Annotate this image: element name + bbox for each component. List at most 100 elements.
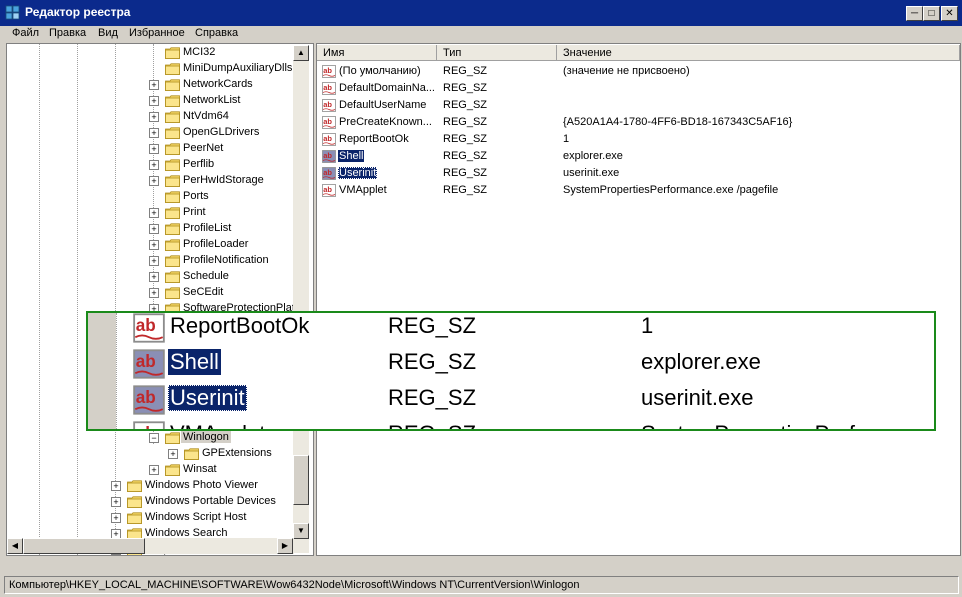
maximize-button[interactable]: □ — [923, 6, 940, 21]
expand-icon[interactable]: + — [111, 513, 121, 523]
expand-icon[interactable]: + — [149, 240, 159, 250]
tree-node[interactable]: + PeerNet — [7, 141, 307, 157]
zoomed-value-type: REG_SZ — [388, 313, 477, 338]
tree-node[interactable]: + Perflib — [7, 157, 307, 173]
expand-icon[interactable]: + — [149, 144, 159, 154]
zoomed-value-type: REG_SZ — [388, 385, 477, 410]
value-type: REG_SZ — [443, 133, 488, 145]
tree-node[interactable]: MiniDumpAuxiliaryDlls — [7, 61, 307, 77]
expand-icon[interactable]: + — [149, 160, 159, 170]
expand-icon[interactable]: + — [149, 256, 159, 266]
expand-icon[interactable]: + — [149, 128, 159, 138]
folder-icon — [165, 95, 180, 107]
expand-icon[interactable]: + — [111, 497, 121, 507]
scroll-thumb[interactable] — [293, 455, 309, 505]
scroll-thumb[interactable] — [23, 538, 145, 554]
tree-node[interactable]: + OpenGLDrivers — [7, 125, 307, 141]
list-item[interactable]: ab PreCreateKnown... REG_SZ {A520A1A4-1780-… — [317, 114, 957, 131]
expand-icon[interactable]: + — [149, 80, 159, 90]
tree-node-label: NetworkCards — [183, 78, 253, 90]
value-data: explorer.exe — [563, 150, 623, 162]
list-item[interactable]: ab VMApplet REG_SZ SystemPropertiesPerforma… — [317, 182, 957, 199]
tree-node[interactable]: + ProfileList — [7, 221, 307, 237]
tree-node[interactable]: + Windows Photo Viewer — [7, 478, 307, 494]
zoomed-value-name: Userinit — [168, 385, 247, 411]
window-title: Редактор реестра — [25, 5, 131, 19]
svg-text:ab: ab — [136, 315, 156, 335]
value-data: {A520A1A4-1780-4FF6-BD18-167343C5AF16} — [563, 116, 793, 128]
menu-view[interactable]: Вид — [98, 27, 118, 39]
tree-node-label: Ports — [183, 190, 209, 202]
scroll-up-button[interactable]: ▲ — [293, 45, 309, 61]
list-item[interactable]: ab DefaultUserName REG_SZ — [317, 97, 957, 114]
menu-help[interactable]: Справка — [195, 27, 238, 39]
column-header-name[interactable]: Имя — [317, 45, 437, 61]
tree-node[interactable]: + ProfileLoader — [7, 237, 307, 253]
arrow-up-icon: ▲ — [297, 48, 305, 57]
expand-icon[interactable]: + — [168, 449, 178, 459]
tree-node[interactable]: + NetworkList — [7, 93, 307, 109]
tree-node[interactable]: + Winsat — [7, 462, 307, 478]
tree-node[interactable]: + ProfileNotification — [7, 253, 307, 269]
minimize-button[interactable]: ─ — [906, 6, 923, 21]
tree-node[interactable]: MCI32 — [7, 45, 307, 61]
tree-node[interactable]: + NtVdm64 — [7, 109, 307, 125]
list-item[interactable]: ab (По умолчанию) REG_SZ (значение не присв… — [317, 63, 957, 80]
reg-sz-icon: ab — [322, 133, 336, 146]
title-bar[interactable] — [0, 0, 962, 26]
collapse-icon[interactable]: − — [149, 433, 159, 443]
value-type: REG_SZ — [443, 150, 488, 162]
tree-vertical-scrollbar[interactable]: ▲ ▼ — [293, 45, 309, 553]
tree-node[interactable]: + GPExtensions — [7, 446, 307, 462]
expand-icon[interactable]: + — [149, 208, 159, 218]
tree-node[interactable]: + Print — [7, 205, 307, 221]
list-item[interactable]: ab Shell REG_SZ explorer.exe — [317, 148, 957, 165]
tree-node-label: Schedule — [183, 270, 229, 282]
list-item[interactable]: ab ReportBootOk REG_SZ 1 — [317, 131, 957, 148]
menu-file[interactable]: Файл — [12, 27, 39, 39]
list-item[interactable]: ab DefaultDomainNa... REG_SZ — [317, 80, 957, 97]
tree-node-label: Winlogon — [181, 431, 231, 443]
values-list-pane[interactable]: Имя Тип Значение ab (По умолчанию) REG_SZ (… — [316, 43, 961, 556]
tree-node[interactable]: + PerHwIdStorage — [7, 173, 307, 189]
menu-edit[interactable]: Правка — [49, 27, 86, 39]
expand-icon[interactable]: + — [149, 224, 159, 234]
reg-sz-icon: ab — [322, 82, 336, 95]
folder-icon — [165, 111, 180, 123]
column-header-value[interactable]: Значение — [557, 45, 960, 61]
list-item[interactable]: ab Userinit REG_SZ userinit.exe — [317, 165, 957, 182]
column-header-type[interactable]: Тип — [437, 45, 557, 61]
tree-node[interactable]: + NetworkCards — [7, 77, 307, 93]
tree-node[interactable]: + Windows Script Host — [7, 510, 307, 526]
value-name: DefaultUserName — [339, 99, 427, 111]
tree-node[interactable]: + Windows Portable Devices — [7, 494, 307, 510]
scroll-down-button[interactable]: ▼ — [293, 523, 309, 539]
reg-sz-icon: ab — [133, 313, 165, 343]
svg-text:ab: ab — [136, 387, 156, 407]
tree-node-label: Perflib — [183, 158, 215, 170]
reg-sz-icon: ab — [322, 167, 336, 180]
tree-node[interactable]: − Winlogon — [7, 430, 307, 446]
menu-favorites[interactable]: Избранное — [129, 27, 185, 39]
expand-icon[interactable]: + — [149, 288, 159, 298]
expand-icon[interactable]: + — [149, 465, 159, 475]
svg-text:ab: ab — [323, 168, 332, 177]
expand-icon[interactable]: + — [149, 96, 159, 106]
tree-pane[interactable]: MCI32 MiniDumpAuxiliaryDlls + NetworkCards +… — [6, 43, 314, 556]
scroll-right-button[interactable]: ▶ — [277, 538, 293, 554]
expand-icon[interactable]: + — [149, 112, 159, 122]
close-button[interactable]: ✕ — [941, 6, 958, 21]
expand-icon[interactable]: + — [149, 272, 159, 282]
folder-icon — [165, 175, 180, 187]
value-data: (значение не присвоено) — [563, 65, 690, 77]
tree-node[interactable]: + Schedule — [7, 269, 307, 285]
tree-horizontal-scrollbar[interactable]: ◀ ▶ — [7, 538, 294, 554]
tree-node-label: MiniDumpAuxiliaryDlls — [183, 62, 293, 74]
scroll-left-button[interactable]: ◀ — [7, 538, 23, 554]
tree-node-label: OpenGLDrivers — [183, 126, 260, 138]
expand-icon[interactable]: + — [111, 481, 121, 491]
tree-node[interactable]: Ports — [7, 189, 307, 205]
tree-node-label: Windows Photo Viewer — [145, 479, 258, 491]
tree-node[interactable]: + SeCEdit — [7, 285, 307, 301]
expand-icon[interactable]: + — [149, 176, 159, 186]
